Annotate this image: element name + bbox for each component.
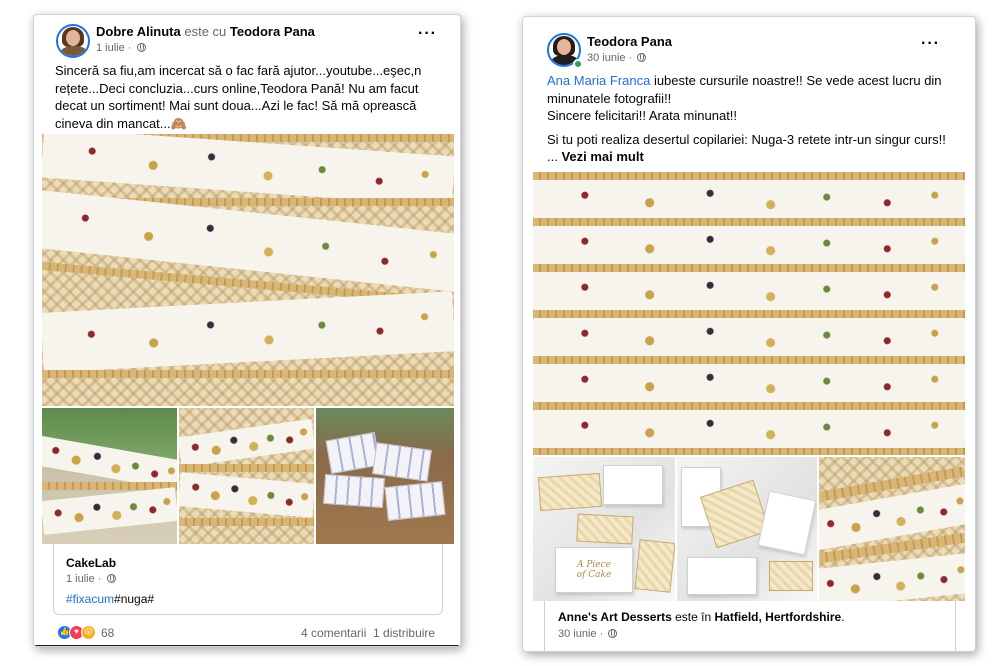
post-date[interactable]: 30 iunie <box>587 52 626 64</box>
shares-count[interactable]: 1 distribuire <box>373 626 435 640</box>
main-photo[interactable] <box>533 172 965 455</box>
reaction-count: 68 <box>101 625 115 640</box>
shared-page-name[interactable]: Anne's Art Desserts <box>558 610 672 624</box>
with-text: este cu <box>180 24 230 39</box>
author-name[interactable]: Dobre Alinuta <box>96 24 181 39</box>
hashtags: #fixacum#nuga# <box>66 592 154 606</box>
shared-page-name[interactable]: CakeLab <box>66 556 116 570</box>
post-card-left: Dobre Alinuta este cu Teodora Pana 1 iul… <box>33 14 461 647</box>
avatar[interactable] <box>56 24 90 58</box>
hashtag-link[interactable]: #fixacum <box>66 592 114 606</box>
more-horizontal-icon[interactable]: ··· <box>921 35 940 53</box>
post-header: Teodora Pana 30 iunie · ··· <box>523 17 975 75</box>
shared-post-box[interactable] <box>544 601 956 651</box>
globe-icon <box>106 574 116 583</box>
engagement-counts: 4 comentarii 1 distribuire <box>301 626 435 640</box>
photo-thumbnail[interactable] <box>316 408 454 544</box>
tagged-name[interactable]: Teodora Pana <box>230 24 315 39</box>
shared-location[interactable]: Hatfield, Hertfordshire <box>715 610 842 624</box>
wow-reaction-icon: 😮 <box>81 625 96 640</box>
post-text-line: Sincere felicitari!! Arata minunat!! <box>547 108 738 123</box>
shared-date-line: 30 iunie · <box>558 628 618 640</box>
photo-thumbnail[interactable] <box>179 408 314 544</box>
shared-date-line: 1 iulie · <box>66 573 116 585</box>
see-more-link[interactable]: Vezi mai mult <box>561 149 643 164</box>
shared-middle-text: este în <box>671 610 715 624</box>
hashtag-text: #nuga# <box>114 592 155 606</box>
photo-thumbnail[interactable] <box>677 457 817 601</box>
author-name[interactable]: Teodora Pana <box>587 34 672 49</box>
more-horizontal-icon[interactable]: ··· <box>418 25 437 43</box>
post-date[interactable]: 1 iulie <box>96 42 125 54</box>
photo-thumbnail[interactable]: A Piece of Cake <box>533 457 675 601</box>
post-card-right: Teodora Pana 30 iunie · ··· Ana Maria Fr… <box>522 16 976 652</box>
shared-date[interactable]: 30 iunie <box>558 628 597 640</box>
post-text-line: Si tu poti realiza desertul copilariei: … <box>547 131 946 147</box>
shared-page-line: Anne's Art Desserts este în Hatfield, He… <box>558 610 845 624</box>
shared-date[interactable]: 1 iulie <box>66 573 95 585</box>
photo-thumbnail[interactable] <box>819 457 965 601</box>
comments-count[interactable]: 4 comentarii <box>301 626 366 640</box>
post-date-line: 30 iunie · <box>587 52 647 64</box>
author-line: Dobre Alinuta este cu Teodora Pana <box>96 24 315 39</box>
post-date-line: 1 iulie · <box>96 42 146 54</box>
shared-end-text: . <box>841 610 845 624</box>
globe-icon <box>637 53 647 62</box>
ellipsis: ... <box>547 149 562 164</box>
online-status-icon <box>573 59 583 69</box>
post-text: Sinceră sa fiu,am incercat să o fac fară… <box>55 63 422 131</box>
globe-icon <box>136 43 146 52</box>
globe-icon <box>608 629 618 638</box>
mention-link[interactable]: Ana Maria Franca <box>547 73 650 88</box>
cake-box-logo: A Piece of Cake <box>555 547 633 593</box>
reactions-summary[interactable]: 👍 ♥ 😮 68 <box>57 625 114 640</box>
post-text: Ana Maria Franca iubeste cursurile noast… <box>547 72 957 166</box>
main-photo[interactable] <box>42 134 454 406</box>
photo-thumbnail[interactable] <box>42 408 177 544</box>
divider <box>34 645 460 646</box>
